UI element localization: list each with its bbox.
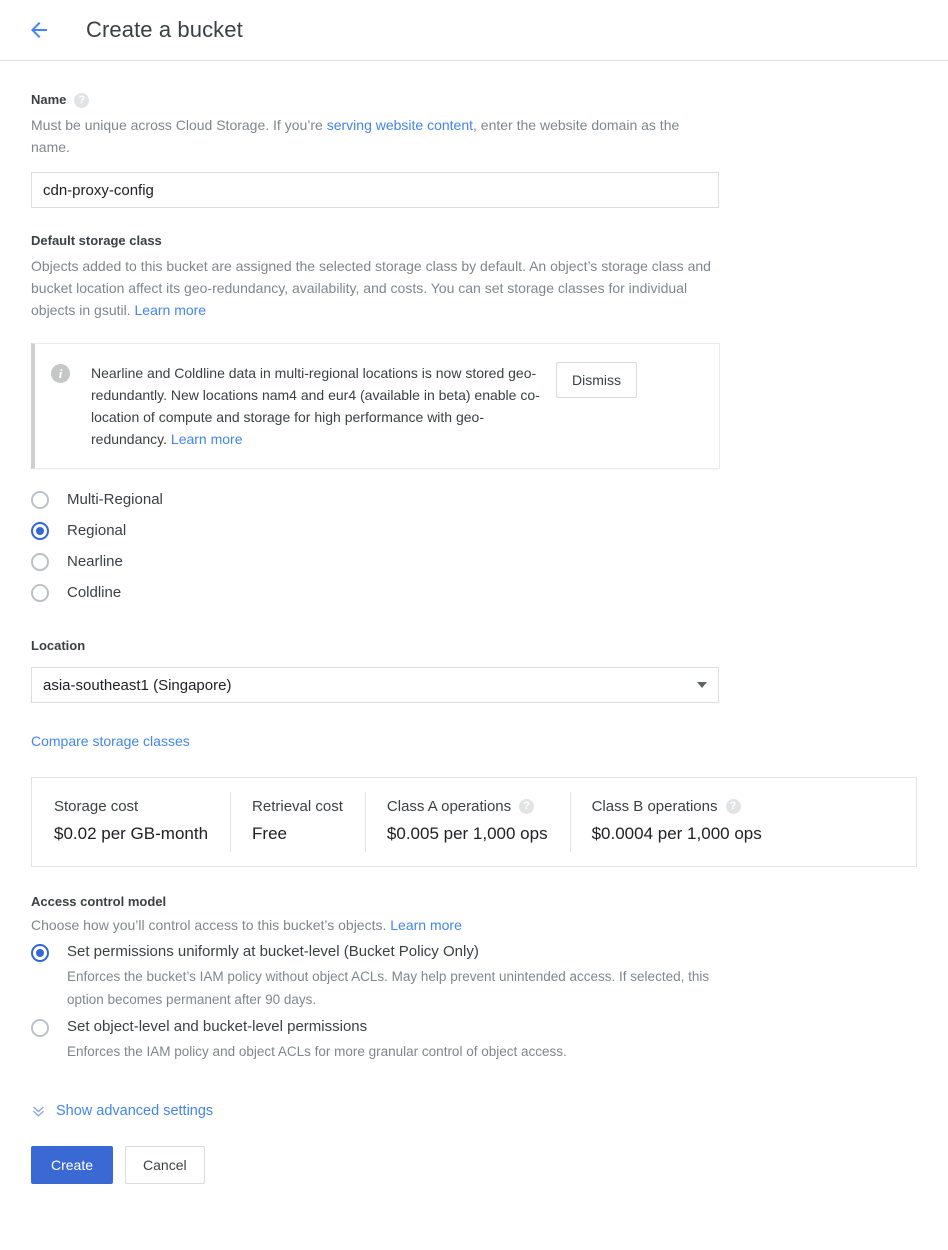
help-circle-icon[interactable]: ? <box>519 799 534 814</box>
acl-label-bucket-policy-only: Set permissions uniformly at bucket-leve… <box>67 942 727 962</box>
info-icon: i <box>51 364 70 383</box>
page-title: Create a bucket <box>86 17 243 43</box>
help-circle-icon[interactable]: ? <box>726 799 741 814</box>
access-control-description-text: Choose how you’ll control access to this… <box>31 917 390 933</box>
show-advanced-settings-label: Show advanced settings <box>56 1103 213 1119</box>
dismiss-button[interactable]: Dismiss <box>556 362 637 398</box>
info-banner-text: Nearline and Coldline data in multi-regi… <box>91 362 556 450</box>
create-button[interactable]: Create <box>31 1146 113 1184</box>
location-select[interactable]: asia-southeast1 (Singapore) <box>31 667 719 703</box>
name-description-part1: Must be unique across Cloud Storage. If … <box>31 117 327 133</box>
radio-label-multi-regional: Multi-Regional <box>67 489 163 511</box>
info-banner-learn-more-link[interactable]: Learn more <box>171 431 243 447</box>
cancel-button[interactable]: Cancel <box>125 1146 205 1184</box>
serving-website-content-link[interactable]: serving website content <box>327 117 473 133</box>
name-description: Must be unique across Cloud Storage. If … <box>31 114 721 158</box>
radio-button-regional[interactable] <box>31 522 49 540</box>
pricing-column-storage-cost: Storage cost $0.02 per GB-month <box>32 798 230 844</box>
pricing-column-retrieval-cost: Retrieval cost Free <box>230 798 365 844</box>
form-actions: Create Cancel <box>31 1146 918 1184</box>
access-control-section: Access control model Choose how you’ll c… <box>31 893 918 1063</box>
name-label: Name ? <box>31 91 918 109</box>
pricing-value-storage-cost: $0.02 per GB-month <box>54 824 208 844</box>
radio-button-nearline[interactable] <box>31 553 49 571</box>
double-chevron-down-icon <box>31 1104 46 1119</box>
storage-class-description-text: Objects added to this bucket are assigne… <box>31 258 711 318</box>
radio-option-regional[interactable]: Regional <box>31 520 918 551</box>
chevron-down-icon <box>697 682 707 688</box>
pricing-column-class-a: Class A operations ? $0.005 per 1,000 op… <box>365 798 570 844</box>
pricing-value-retrieval-cost: Free <box>252 824 343 844</box>
pricing-header-class-b: Class B operations ? <box>592 798 762 815</box>
pricing-header-storage-cost: Storage cost <box>54 798 208 815</box>
access-control-learn-more-link[interactable]: Learn more <box>390 917 462 933</box>
radio-button-multi-regional[interactable] <box>31 491 49 509</box>
radio-label-nearline: Nearline <box>67 551 123 573</box>
acl-desc-object-and-bucket-level: Enforces the IAM policy and object ACLs … <box>67 1040 567 1063</box>
location-section: Location asia-southeast1 (Singapore) Com… <box>31 637 918 751</box>
acl-option-object-and-bucket-level[interactable]: Set object-level and bucket-level permis… <box>31 1017 918 1063</box>
radio-button-coldline[interactable] <box>31 584 49 602</box>
info-banner: i Nearline and Coldline data in multi-re… <box>31 343 720 469</box>
show-advanced-settings-toggle[interactable]: Show advanced settings <box>31 1103 918 1119</box>
acl-label-object-and-bucket-level: Set object-level and bucket-level permis… <box>67 1017 567 1037</box>
compare-storage-classes-link[interactable]: Compare storage classes <box>31 733 190 749</box>
location-label: Location <box>31 637 918 655</box>
acl-desc-bucket-policy-only: Enforces the bucket’s IAM policy without… <box>67 965 727 1011</box>
radio-option-nearline[interactable]: Nearline <box>31 551 918 582</box>
storage-class-radio-group: Multi-Regional Regional Nearline Coldlin… <box>31 489 918 613</box>
radio-label-regional: Regional <box>67 520 126 542</box>
acl-option-bucket-policy-only[interactable]: Set permissions uniformly at bucket-leve… <box>31 942 918 1011</box>
pricing-value-class-a: $0.005 per 1,000 ops <box>387 824 548 844</box>
pricing-header-text: Storage cost <box>54 798 138 815</box>
storage-class-label: Default storage class <box>31 232 918 250</box>
access-control-description: Choose how you’ll control access to this… <box>31 914 721 936</box>
bucket-name-input[interactable]: cdn-proxy-config <box>31 172 719 208</box>
storage-class-description: Objects added to this bucket are assigne… <box>31 255 721 321</box>
radio-button-object-and-bucket-level[interactable] <box>31 1019 49 1037</box>
info-banner-message: Nearline and Coldline data in multi-regi… <box>91 365 540 447</box>
pricing-header-class-a: Class A operations ? <box>387 798 548 815</box>
bucket-name-value: cdn-proxy-config <box>43 182 154 199</box>
pricing-header-text: Retrieval cost <box>252 798 343 815</box>
pricing-column-class-b: Class B operations ? $0.0004 per 1,000 o… <box>570 798 784 844</box>
back-button[interactable] <box>22 13 56 47</box>
radio-option-multi-regional[interactable]: Multi-Regional <box>31 489 918 520</box>
storage-class-learn-more-link[interactable]: Learn more <box>135 302 207 318</box>
radio-option-coldline[interactable]: Coldline <box>31 582 918 613</box>
page-header: Create a bucket <box>0 0 948 61</box>
create-bucket-form: Name ? Must be unique across Cloud Stora… <box>0 61 948 1184</box>
name-label-text: Name <box>31 91 66 109</box>
pricing-header-text: Class B operations <box>592 798 718 815</box>
pricing-header-text: Class A operations <box>387 798 511 815</box>
name-section: Name ? Must be unique across Cloud Stora… <box>31 91 918 208</box>
pricing-table: Storage cost $0.02 per GB-month Retrieva… <box>31 777 917 867</box>
radio-label-coldline: Coldline <box>67 582 121 604</box>
location-selected-value: asia-southeast1 (Singapore) <box>43 677 231 694</box>
storage-class-section: Default storage class Objects added to t… <box>31 232 918 321</box>
pricing-header-retrieval-cost: Retrieval cost <box>252 798 343 815</box>
access-control-label: Access control model <box>31 893 918 911</box>
radio-button-bucket-policy-only[interactable] <box>31 944 49 962</box>
help-circle-icon[interactable]: ? <box>74 93 89 108</box>
arrow-left-icon <box>27 18 51 42</box>
pricing-value-class-b: $0.0004 per 1,000 ops <box>592 824 762 844</box>
